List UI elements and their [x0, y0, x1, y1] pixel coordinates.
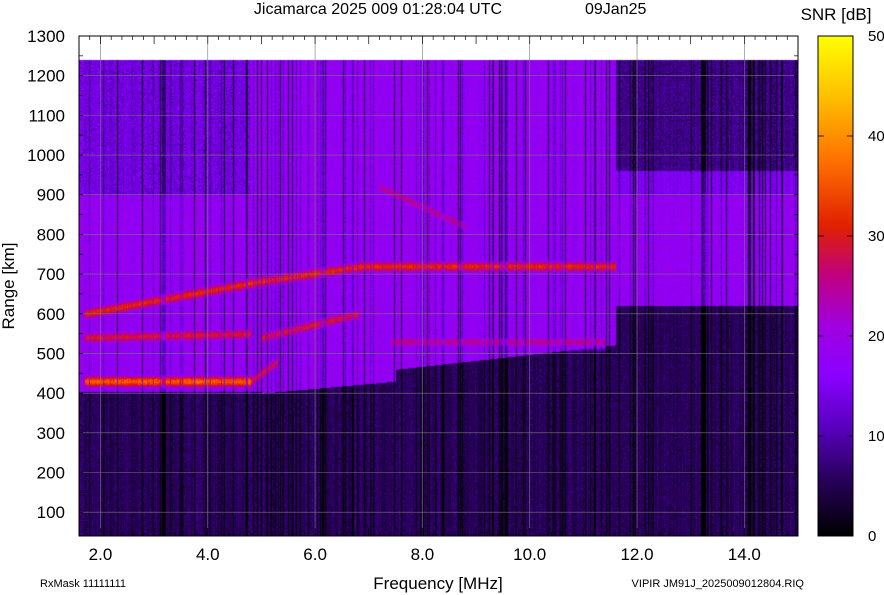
y-tick-label: 200 [37, 464, 65, 483]
heatmap-image [79, 36, 798, 536]
colorbar-tick-label: 50 [868, 28, 884, 45]
x-tick-label: 2.0 [89, 545, 113, 564]
x-tick-labels: 2.0 4.0 6.0 8.0 10.0 12.0 14.0 [89, 545, 761, 564]
ionogram-chart: Jicamarca 2025 009 01:28:04 UTC 09Jan25 … [0, 1, 884, 593]
y-tick-label: 700 [37, 265, 65, 284]
y-tick-label: 1200 [27, 67, 65, 86]
x-tick-label: 10.0 [513, 545, 546, 564]
colorbar-tick-label: 10 [868, 428, 884, 445]
y-tick-label: 900 [37, 186, 65, 205]
x-tick-label: 14.0 [728, 545, 761, 564]
y-tick-label: 800 [37, 225, 65, 244]
y-tick-labels: 100 200 300 400 500 600 700 800 900 1000 1100 1200 1… [27, 27, 65, 522]
x-axis-label: Frequency [MHz] [373, 574, 502, 593]
y-tick-label: 1100 [28, 106, 65, 125]
colorbar-tick-label: 20 [868, 328, 884, 345]
rxmask-label: RxMask 11111111 [40, 578, 126, 590]
colorbar-tick-label: 0 [868, 528, 876, 545]
colorbar-label: SNR [dB] [801, 5, 872, 24]
y-tick-label: 1300 [27, 27, 65, 46]
chart-date: 09Jan25 [585, 1, 646, 18]
y-tick-label: 100 [37, 503, 65, 522]
y-tick-label: 300 [37, 424, 65, 443]
x-tick-label: 6.0 [303, 545, 327, 564]
y-tick-label: 1000 [27, 146, 65, 165]
chart-title: Jicamarca 2025 009 01:28:04 UTC [254, 1, 502, 18]
y-tick-label: 400 [37, 384, 65, 403]
y-tick-label: 600 [37, 305, 65, 324]
y-tick-label: 500 [37, 344, 65, 363]
colorbar-tick-label: 30 [868, 228, 884, 245]
y-axis-label: Range [km] [0, 243, 18, 330]
plot-area [78, 35, 799, 537]
file-label: VIPIR JM91J_2025009012804.RIQ [632, 578, 805, 590]
x-tick-label: 12.0 [620, 545, 653, 564]
x-tick-label: 4.0 [196, 545, 220, 564]
x-tick-label: 8.0 [411, 545, 435, 564]
colorbar [817, 35, 854, 537]
colorbar-tick-label: 40 [868, 128, 884, 145]
